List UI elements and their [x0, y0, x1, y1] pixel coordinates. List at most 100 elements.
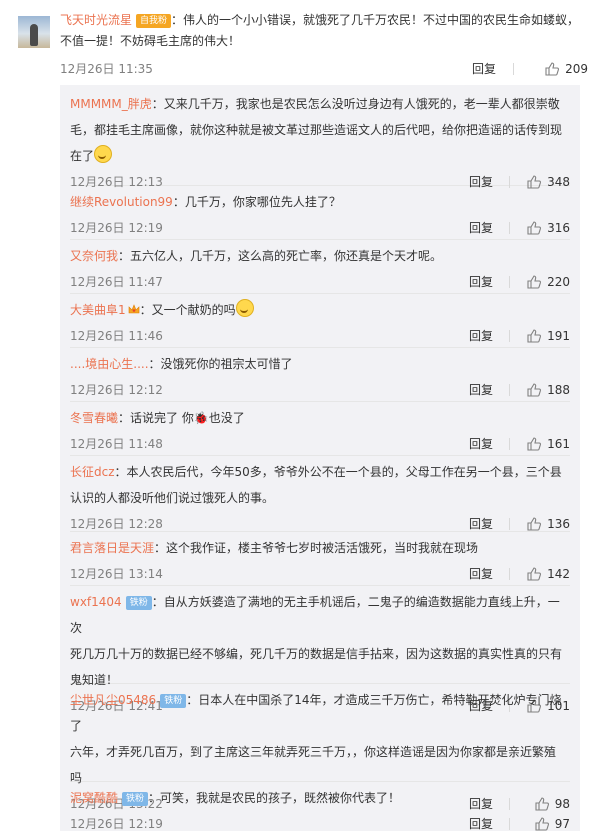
- reply-item: MMMMM_胖虎：又来几千万，我家也是农民怎么没听过身边有人饿死的，老一辈人都很…: [70, 91, 570, 189]
- username-link[interactable]: 大美曲阜1: [70, 303, 126, 317]
- divider: [509, 330, 510, 342]
- avatar[interactable]: [18, 16, 50, 48]
- reply-text: 大美曲阜1 ：又一个献奶的吗: [70, 297, 570, 323]
- reply-text: 长征dcz：本人农民后代，今年50多，爷爷外公不在一个县的，父母工作在另一个县，…: [70, 465, 562, 479]
- reply-text-line: 六年，才弄死几百万，到了主席这三年就弄死三千万，，你这样造谣是因为你家都是亲近繁…: [70, 745, 557, 759]
- reply-item: 尘世凡尘05486 铁粉 ：日本人在中国杀了14年，才造成三千万伤亡，希特勒开焚化炉…: [70, 687, 570, 811]
- main-comment: 飞天时光流星 自我粉 ：伟人的一个小小错误，就饿死了几千万农民！不过中国的农民生命如…: [18, 10, 588, 80]
- timestamp: 12月26日 12:19: [70, 817, 163, 831]
- username-link[interactable]: 冬雪春曦: [70, 411, 118, 425]
- reply-item: 大美曲阜1 ：又一个献奶的吗 12月26日 11:46 回复 191: [70, 297, 570, 348]
- like-button[interactable]: 316: [527, 215, 570, 241]
- divider: [509, 176, 510, 188]
- username-link[interactable]: 又奈何我: [70, 249, 118, 263]
- username-link[interactable]: 继续Revolution99: [70, 195, 173, 209]
- thumbs-up-icon: [527, 437, 542, 451]
- divider: [509, 222, 510, 234]
- divider: [509, 818, 510, 830]
- divider: [509, 518, 510, 530]
- like-button[interactable]: 209: [545, 58, 588, 80]
- reply-button[interactable]: 回复: [469, 269, 493, 295]
- username-link[interactable]: 尘世凡尘05486: [70, 693, 156, 707]
- reply-button[interactable]: 回复: [469, 215, 493, 241]
- username-link[interactable]: MMMMM_胖虎: [70, 97, 152, 111]
- like-button[interactable]: 161: [527, 431, 570, 457]
- crown-icon: [128, 304, 139, 314]
- divider: [509, 438, 510, 450]
- reply-item: 又奈何我：五六亿人，几千万，这么高的死亡率，你还真是个天才呢。 12月26日 1…: [70, 243, 570, 294]
- reply-meta: 12月26日 12:19 回复 97: [70, 811, 570, 837]
- username-link[interactable]: 飞天时光流星: [60, 13, 132, 27]
- divider: [513, 63, 514, 75]
- reply-text-line: 认识的人都没听他们说过饿死人的事。: [70, 491, 275, 505]
- timestamp: 12月26日 12:28: [70, 517, 163, 531]
- reply-text: MMMMM_胖虎：又来几千万，我家也是农民怎么没听过身边有人饿死的，老一辈人都很…: [70, 97, 560, 111]
- thumbs-up-icon: [527, 517, 542, 531]
- reply-meta: 12月26日 11:46 回复 191: [70, 323, 570, 349]
- emoji-icon: [235, 299, 254, 317]
- username-link[interactable]: 君言落日是天涯: [70, 541, 154, 555]
- timestamp: 12月26日 13:14: [70, 567, 163, 581]
- divider: [509, 276, 510, 288]
- reply-button[interactable]: 回复: [469, 511, 493, 537]
- timestamp: 12月26日 12:12: [70, 383, 163, 397]
- thumbs-up-icon: [527, 567, 542, 581]
- reply-text-line: 毛，都挂毛主席画像，就你这种就是被文革过那些造谣文人的后代吧，给你把造谣的话传到…: [70, 123, 563, 137]
- reply-meta: 12月26日 13:14 回复 142: [70, 561, 570, 587]
- like-button[interactable]: 220: [527, 269, 570, 295]
- replies-panel: MMMMM_胖虎：又来几千万，我家也是农民怎么没听过身边有人饿死的，老一辈人都很…: [60, 85, 580, 831]
- like-count: 188: [547, 383, 570, 397]
- like-count: 142: [547, 567, 570, 581]
- reply-text: 冬雪春曦：话说完了 你🐞也没了: [70, 405, 570, 431]
- username-link[interactable]: wxf1404: [70, 595, 122, 609]
- thumbs-up-icon: [527, 329, 542, 343]
- reply-meta: 12月26日 12:28 回复 136: [70, 511, 570, 537]
- username-link[interactable]: ....境由心生....: [70, 357, 149, 371]
- reply-button[interactable]: 回复: [472, 58, 496, 80]
- reply-text: 又奈何我：五六亿人，几千万，这么高的死亡率，你还真是个天才呢。: [70, 249, 443, 263]
- like-count: 220: [547, 275, 570, 289]
- timestamp: 12月26日 11:35: [60, 62, 153, 76]
- reply-button[interactable]: 回复: [469, 377, 493, 403]
- thumbs-up-icon: [545, 62, 560, 76]
- reply-button[interactable]: 回复: [469, 561, 493, 587]
- reply-meta: 12月26日 11:47 回复 220: [70, 269, 570, 295]
- thumbs-up-icon: [527, 275, 542, 289]
- like-button[interactable]: 136: [527, 511, 570, 537]
- thumbs-up-icon: [527, 221, 542, 235]
- reply-button[interactable]: 回复: [469, 811, 493, 837]
- timestamp: 12月26日 11:46: [70, 329, 163, 343]
- like-button[interactable]: 191: [527, 323, 570, 349]
- like-button[interactable]: 142: [527, 561, 570, 587]
- like-count: 136: [547, 517, 570, 531]
- like-count: 348: [547, 175, 570, 189]
- divider: [509, 384, 510, 396]
- like-button[interactable]: 97: [535, 811, 570, 837]
- iron-fan-badge: 铁粉: [160, 694, 187, 708]
- reply-text: 尘世凡尘05486 铁粉 ：日本人在中国杀了14年，才造成三千万伤亡，希特勒开焚化炉…: [70, 693, 562, 733]
- reply-text: ....境由心生....：没饿死你的祖宗太可惜了: [70, 357, 293, 371]
- reply-text-line: 死几万几十万的数据已经不够编，死几千万的数据是信手拈来，因为这数据的真实性真的只…: [70, 647, 563, 661]
- username-link[interactable]: 长征dcz: [70, 465, 115, 479]
- reply-item: 冬雪春曦：话说完了 你🐞也没了 12月26日 11:48 回复 161: [70, 405, 570, 456]
- reply-item: 长征dcz：本人农民后代，今年50多，爷爷外公不在一个县的，父母工作在另一个县，…: [70, 459, 570, 532]
- like-count: 97: [554, 817, 570, 831]
- like-count: 209: [565, 62, 588, 76]
- username-link[interactable]: 泥窝酷酷: [70, 791, 118, 805]
- reply-item: wxf1404 铁粉 ：自从方妖婆造了满地的无主手机谣后，二鬼子的编造数据能力直线上…: [70, 589, 570, 713]
- iron-fan-badge: 铁粉: [125, 596, 152, 610]
- reply-meta: 12月26日 12:19 回复 316: [70, 215, 570, 241]
- reply-button[interactable]: 回复: [469, 323, 493, 349]
- reply-item: 君言落日是天涯：这个我作证，楼主爷爷七岁时被活活饿死，当时我就在现场 12月26…: [70, 535, 570, 586]
- like-button[interactable]: 188: [527, 377, 570, 403]
- reply-text: wxf1404 铁粉 ：自从方妖婆造了满地的无主手机谣后，二鬼子的编造数据能力直线上…: [70, 595, 560, 635]
- thumbs-up-icon: [535, 817, 549, 831]
- reply-button[interactable]: 回复: [469, 431, 493, 457]
- reply-item: ....境由心生....：没饿死你的祖宗太可惜了 12月26日 12:12 回复…: [70, 351, 570, 402]
- comment-thread: 飞天时光流星 自我粉 ：伟人的一个小小错误，就饿死了几千万农民！不过中国的农民生命如…: [0, 0, 609, 831]
- reply-item: 继续Revolution99：几千万，你家哪位先人挂了？ 12月26日 12:1…: [70, 189, 570, 240]
- reply-item: 泥窝酷酷 铁粉 ：可笑，我就是农民的孩子，既然被你代表了！ 12月26日 12:19…: [70, 785, 570, 831]
- comment-text: 飞天时光流星 自我粉 ：伟人的一个小小错误，就饿死了几千万农民！不过中国的农民生命如…: [60, 13, 580, 28]
- like-count: 191: [547, 329, 570, 343]
- timestamp: 12月26日 11:48: [70, 437, 163, 451]
